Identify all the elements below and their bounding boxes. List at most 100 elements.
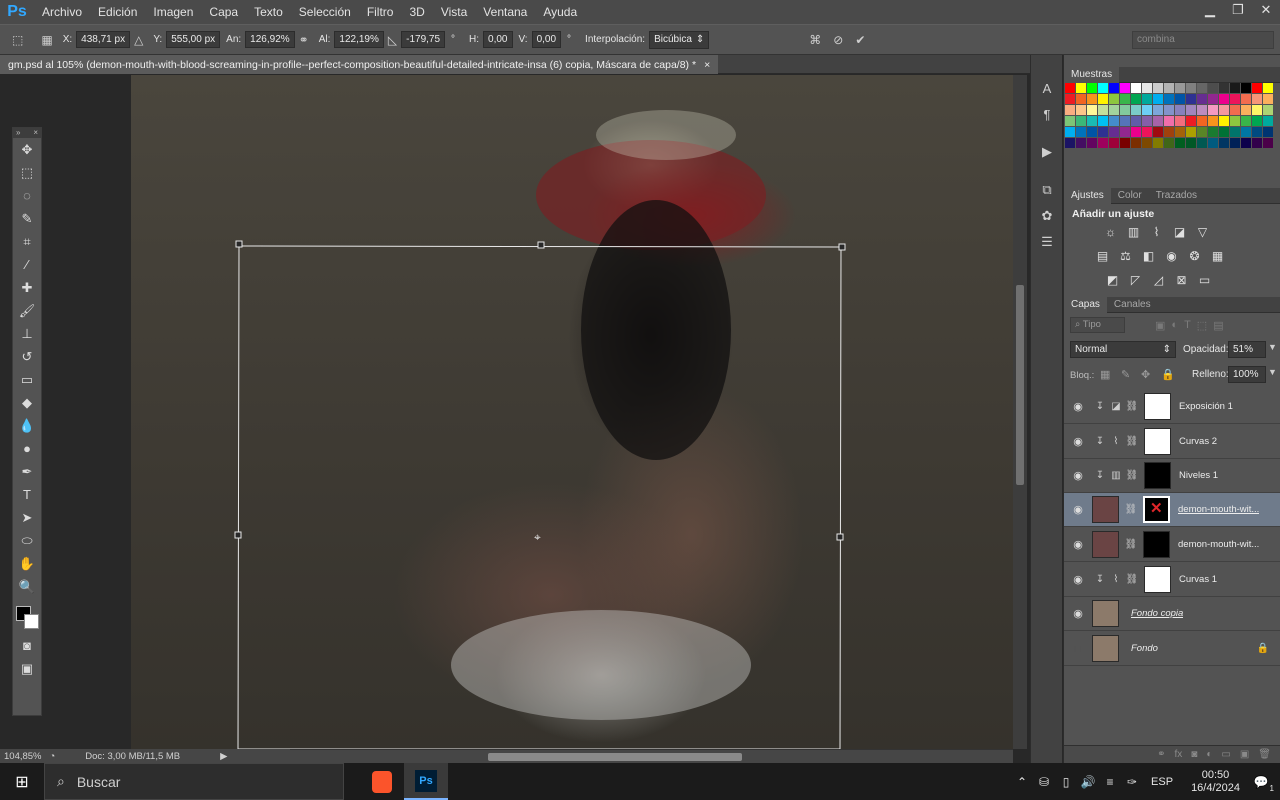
handle-top-left[interactable] [235,240,243,248]
color-swatch[interactable] [1164,116,1174,126]
color-swatch[interactable] [1131,105,1141,115]
brave-browser-icon[interactable] [360,763,404,800]
brush-presets-icon[interactable]: ✿ [1031,203,1063,229]
layer-row[interactable]: ◉ ⛓ demon-mouth-wit... [1064,528,1280,562]
lock-all-icon[interactable]: 🔒 [1161,368,1175,381]
dodge-tool-icon[interactable]: ● [13,437,41,460]
menu-imagen[interactable]: Imagen [145,0,201,24]
delete-layer-icon[interactable]: 🗑 [1258,749,1271,760]
notifications-icon[interactable]: 💬 1 [1250,775,1274,793]
actions-panel-icon[interactable]: ▶ [1031,139,1063,165]
layer-row[interactable]: ◉ Fondo copia [1064,597,1280,631]
color-swatch[interactable] [1197,94,1207,104]
color-swatch[interactable] [1120,116,1130,126]
add-mask-icon[interactable]: ◙ [1191,749,1197,760]
color-swatch[interactable] [1109,94,1119,104]
chain-icon[interactable]: ⛓ [1124,401,1140,412]
color-swatch[interactable] [1087,116,1097,126]
link-layers-icon[interactable]: ⚭ [1157,749,1165,760]
color-swatch[interactable] [1263,116,1273,126]
network-icon[interactable]: ⛁ [1033,775,1055,789]
color-swatch[interactable] [1164,105,1174,115]
channel-mixer-icon[interactable]: ❂ [1186,247,1203,264]
reference-point-icon[interactable]: ▦ [41,33,52,47]
color-swatch[interactable] [1098,116,1108,126]
layer-row[interactable]: ◉ ↧ ⌇ ⛓ Curvas 1 [1064,563,1280,597]
layer-row[interactable]: ◉ ↧ ⌇ ⛓ Curvas 2 [1064,425,1280,459]
tab-canales[interactable]: Canales [1107,297,1158,313]
color-swatch[interactable] [1065,138,1075,148]
color-swatch[interactable] [1076,83,1086,93]
lock-transparency-icon[interactable]: ▦ [1100,368,1110,381]
levels-icon[interactable]: ▥ [1125,223,1142,240]
color-swatch[interactable] [1131,116,1141,126]
minimize-button[interactable]: ▁ [1196,0,1224,20]
chain-icon[interactable]: ⛓ [1124,436,1140,447]
chain-icon[interactable]: ⛓ [1124,574,1140,585]
hskew-field[interactable]: 0,00 [483,31,513,48]
y-field[interactable]: 555,00 px [166,31,221,48]
color-swatch[interactable] [1175,116,1185,126]
menu-vista[interactable]: Vista [433,0,475,24]
color-swatch[interactable] [1142,116,1152,126]
menu-capa[interactable]: Capa [201,0,246,24]
workspace-select[interactable]: combina [1132,31,1274,49]
color-swatch[interactable] [1175,105,1185,115]
menu-texto[interactable]: Texto [246,0,291,24]
warp-icon[interactable]: ⌘ [809,33,821,47]
color-swatch[interactable] [1153,94,1163,104]
black-white-icon[interactable]: ◧ [1140,247,1157,264]
color-swatch[interactable] [1065,83,1075,93]
layer-mask-thumbnail[interactable] [1144,566,1171,593]
taskbar-search[interactable]: ⌕ Buscar [44,763,344,800]
color-swatch[interactable] [1219,83,1229,93]
cancel-transform-icon[interactable]: ⊘ [833,33,843,47]
pen-icon[interactable]: ✑ [1121,775,1143,789]
color-swatch[interactable] [1142,105,1152,115]
color-swatch[interactable] [1241,116,1251,126]
tab-trazados[interactable]: Trazados [1149,188,1204,204]
menu-filtro[interactable]: Filtro [359,0,402,24]
color-swatch[interactable] [1065,94,1075,104]
x-field[interactable]: 438,71 px [76,31,131,48]
properties-panel-icon[interactable]: ☰ [1031,229,1063,255]
layer-row[interactable]: ◉ ↧ ◪ ⛓ Exposición 1 [1064,390,1280,424]
color-balance-icon[interactable]: ⚖ [1117,247,1134,264]
eye-icon[interactable]: ◉ [1064,573,1092,586]
opacity-dropdown-icon[interactable]: ▼ [1268,342,1277,352]
color-swatch[interactable] [1076,138,1086,148]
color-swatch[interactable] [1241,94,1251,104]
color-swatch[interactable] [1186,105,1196,115]
layer-filter-select[interactable]: ⌕ Tipo [1070,317,1125,333]
close-panel-icon[interactable]: × [33,128,38,138]
brush-tool-icon[interactable]: 🖌 [13,299,41,322]
handle-top-right[interactable] [838,243,846,251]
filter-shape-icon[interactable]: ⬚ [1197,319,1207,332]
layer-thumbnail[interactable] [1092,600,1119,627]
color-swatch[interactable] [1252,116,1262,126]
color-swatch[interactable] [1219,105,1229,115]
color-swatch[interactable] [1197,105,1207,115]
layer-name[interactable]: Niveles 1 [1179,470,1218,481]
eye-hidden-icon[interactable]: □ [1064,643,1092,655]
color-swatch[interactable] [1142,83,1152,93]
clone-stamp-tool-icon[interactable]: ⊥ [13,322,41,345]
path-selection-tool-icon[interactable]: ➤ [13,506,41,529]
brightness-icon[interactable]: ☼ [1102,223,1119,240]
battery-icon[interactable]: ▯ [1055,775,1077,789]
color-swatch[interactable] [1208,83,1218,93]
volume-icon[interactable]: 🔊 [1077,775,1099,789]
eyedropper-tool-icon[interactable]: ⁄ [13,253,41,276]
color-swatch[interactable] [1109,127,1119,137]
new-adjustment-icon[interactable]: ◐ [1206,749,1212,760]
color-swatch[interactable] [1263,105,1273,115]
fill-dropdown-icon[interactable]: ▼ [1268,367,1277,377]
angle-field[interactable]: -179,75 [401,31,446,48]
tab-capas[interactable]: Capas [1064,296,1107,313]
delta-icon[interactable]: △ [134,33,143,47]
filter-pixel-icon[interactable]: ▣ [1155,319,1165,332]
background-color[interactable] [24,614,39,629]
layer-name[interactable]: Fondo [1131,643,1158,654]
exposure-icon[interactable]: ◪ [1171,223,1188,240]
layer-name[interactable]: demon-mouth-wit... [1178,504,1259,515]
